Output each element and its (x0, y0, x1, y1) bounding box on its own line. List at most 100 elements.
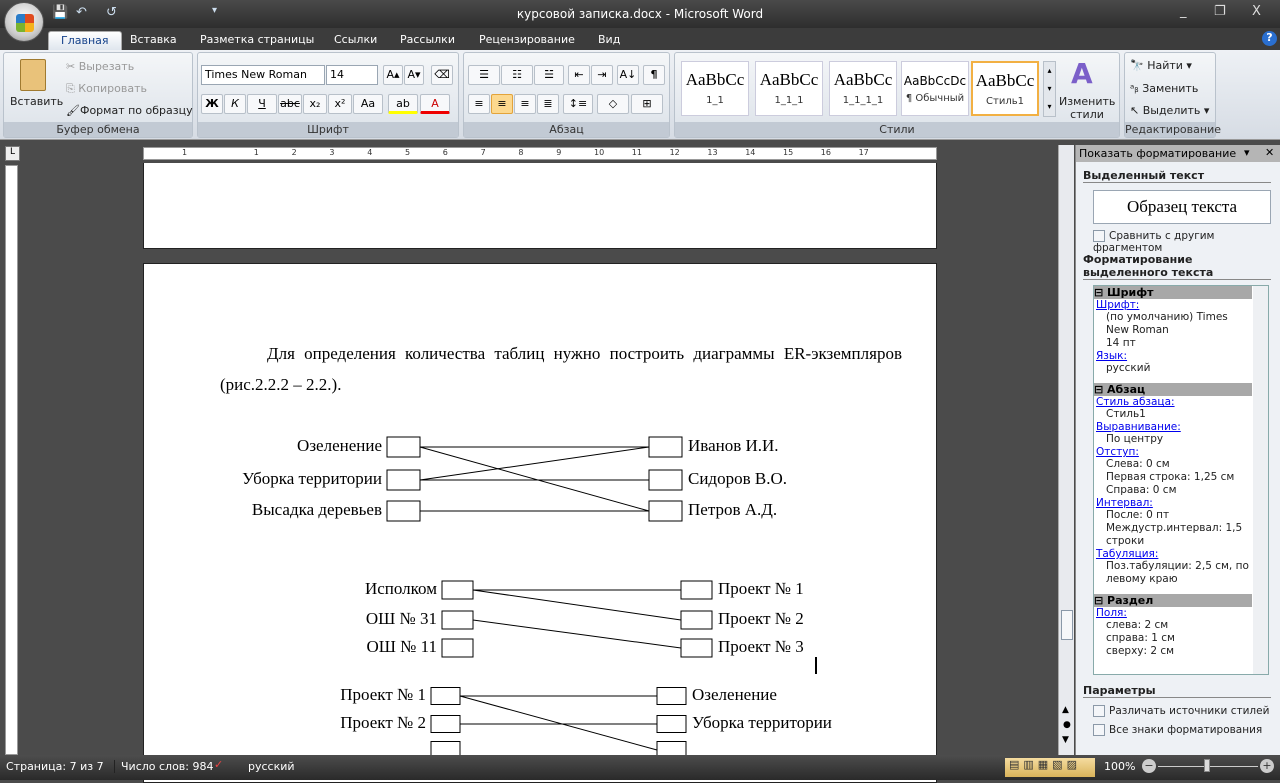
diagram1-left-label: Высадка деревьев (251, 500, 382, 519)
help-icon[interactable]: ? (1262, 31, 1277, 46)
customize-quick-access-icon[interactable]: ▾ (212, 5, 217, 16)
grow-font-button[interactable]: A▴ (383, 65, 403, 85)
format-link[interactable]: Интервал: (1094, 497, 1252, 509)
list-scrollbar[interactable] (1253, 286, 1268, 674)
proofing-icon[interactable]: ✓ (214, 758, 223, 771)
distinguish-sources-checkbox[interactable]: Различать источники стилей (1093, 705, 1269, 717)
close-button[interactable]: X (1252, 4, 1261, 19)
diagram3-right-label: Уборка территории (692, 713, 832, 732)
align-center-icon[interactable]: ≡ (491, 94, 513, 114)
tab-references[interactable]: Ссылки (322, 31, 389, 50)
tab-page-layout[interactable]: Разметка страницы (188, 31, 326, 50)
decrease-indent-icon[interactable]: ⇤ (568, 65, 590, 85)
horizontal-ruler[interactable]: 1 1 2 3 4 5 6 7 8 9 10 11 12 13 14 15 16 17 (143, 147, 937, 160)
zoom-out-icon[interactable]: − (1142, 759, 1156, 773)
style-preview: AaBbCc (833, 70, 893, 89)
tab-home[interactable]: Главная (48, 31, 122, 50)
bullets-icon[interactable]: ☰ (468, 65, 500, 85)
italic-button[interactable]: К (224, 94, 246, 114)
subscript-button[interactable]: x₂ (303, 94, 327, 114)
view-buttons[interactable]: ▤▥▦▧▨ (1005, 758, 1095, 777)
tab-insert[interactable]: Вставка (118, 31, 189, 50)
redo-icon[interactable]: ↺ (106, 5, 117, 20)
format-painter-button[interactable]: 🖌Формат по образцу (66, 104, 193, 117)
tab-mailings[interactable]: Рассылки (388, 31, 467, 50)
format-link[interactable]: Язык: (1094, 350, 1252, 362)
section-title: Раздел (1107, 594, 1154, 607)
minimize-button[interactable]: _ (1180, 4, 1187, 19)
tab-view[interactable]: Вид (586, 31, 632, 50)
justify-icon[interactable]: ≣ (537, 94, 559, 114)
all-marks-checkbox[interactable]: Все знаки форматирования (1093, 724, 1262, 736)
align-left-icon[interactable]: ≡ (468, 94, 490, 114)
section-header[interactable]: ⊟ Шрифт (1094, 286, 1252, 299)
font-size-select[interactable]: 14 (326, 65, 378, 85)
word-count[interactable]: Число слов: 984 (114, 760, 214, 773)
pane-menu-icon[interactable]: ▾ (1244, 146, 1250, 159)
tab-review[interactable]: Рецензирование (467, 31, 587, 50)
shading-icon[interactable]: ◇ (597, 94, 629, 114)
font-name-select[interactable]: Times New Roman (201, 65, 325, 85)
superscript-button[interactable]: x² (328, 94, 352, 114)
format-link[interactable]: Поля: (1094, 607, 1252, 619)
cut-button[interactable]: ✂ Вырезать (66, 60, 134, 73)
window-title: курсовой записка.docx - Microsoft Word (516, 7, 764, 21)
section-header[interactable]: ⊟ Абзац (1094, 383, 1252, 396)
align-right-icon[interactable]: ≡ (514, 94, 536, 114)
language-indicator[interactable]: русский (248, 760, 295, 773)
tab-selector-button[interactable]: L (5, 146, 20, 161)
paste-button[interactable]: Вставить (10, 95, 63, 108)
format-link[interactable]: Выравнивание: (1094, 421, 1252, 433)
page-count[interactable]: Страница: 7 из 7 (6, 760, 104, 773)
font-color-icon[interactable]: A (420, 94, 450, 114)
styles-scrollbar[interactable]: ▴ ▾ ▾ (1043, 61, 1056, 117)
save-icon[interactable]: 💾 (52, 5, 68, 20)
change-case-button[interactable]: Aa (353, 94, 383, 114)
underline-button[interactable]: Ч (247, 94, 277, 114)
previous-page-icon[interactable]: ▲ (1062, 705, 1069, 715)
compare-checkbox[interactable]: Сравнить с другим фрагментом (1093, 230, 1280, 254)
zoom-level[interactable]: 100% (1104, 760, 1135, 773)
shrink-font-button[interactable]: A▾ (404, 65, 424, 85)
replace-button[interactable]: ᵃᵦ Заменить (1130, 82, 1198, 95)
style-1-1-1-1[interactable]: AaBbCc 1_1_1_1 (829, 61, 897, 116)
scrollbar-thumb[interactable] (1061, 610, 1073, 640)
formatting-list[interactable]: ⊟ Шрифт Шрифт: (по умолчанию) Times New Ro… (1093, 285, 1269, 675)
vertical-scrollbar[interactable]: ▲ ● ▼ (1058, 145, 1074, 755)
pane-close-icon[interactable]: ✕ (1265, 146, 1274, 159)
find-button[interactable]: 🔭 Найти ▾ (1130, 59, 1192, 72)
format-link[interactable]: Шрифт: (1094, 299, 1252, 311)
increase-indent-icon[interactable]: ⇥ (591, 65, 613, 85)
select-label: Выделить (1142, 104, 1201, 117)
zoom-slider-thumb[interactable] (1204, 759, 1210, 772)
show-marks-icon[interactable]: ¶ (643, 65, 665, 85)
multilevel-list-icon[interactable]: ☱ (534, 65, 564, 85)
vertical-ruler[interactable] (5, 165, 18, 755)
strikethrough-button[interactable]: abc (278, 94, 302, 114)
sort-icon[interactable]: А↓ (617, 65, 639, 85)
change-styles-button[interactable]: Изменить стили (1059, 95, 1115, 121)
format-link[interactable]: Отступ: (1094, 446, 1252, 458)
browse-object-icon[interactable]: ● (1063, 720, 1071, 730)
format-link[interactable]: Стиль абзаца: (1094, 396, 1252, 408)
clear-formatting-icon[interactable]: ⌫ (431, 65, 453, 85)
office-button[interactable] (4, 2, 44, 42)
style-1-1-1[interactable]: AaBbCc 1_1_1 (755, 61, 823, 116)
borders-icon[interactable]: ⊞ (631, 94, 663, 114)
page-current[interactable]: Для определения количества таблиц нужно … (143, 263, 937, 783)
style-1-1[interactable]: AaBbCc 1_1 (681, 61, 749, 116)
next-page-icon[interactable]: ▼ (1062, 735, 1069, 745)
zoom-in-icon[interactable]: + (1260, 759, 1274, 773)
line-spacing-icon[interactable]: ↕≡ (563, 94, 593, 114)
style-normal[interactable]: AaBbCcDc ¶ Обычный (901, 61, 969, 116)
section-header[interactable]: ⊟ Раздел (1094, 594, 1252, 607)
style-stil1[interactable]: AaBbCc Стиль1 (971, 61, 1039, 116)
restore-button[interactable]: ❐ (1214, 4, 1226, 19)
highlight-color-icon[interactable]: ab (388, 94, 418, 114)
bold-button[interactable]: Ж (201, 94, 223, 114)
format-link[interactable]: Табуляция: (1094, 548, 1252, 560)
select-button[interactable]: ↖ Выделить ▾ (1130, 104, 1209, 117)
undo-icon[interactable]: ↶ (76, 5, 87, 20)
numbering-icon[interactable]: ☷ (501, 65, 533, 85)
copy-button[interactable]: ⎘ Копировать (66, 82, 147, 96)
